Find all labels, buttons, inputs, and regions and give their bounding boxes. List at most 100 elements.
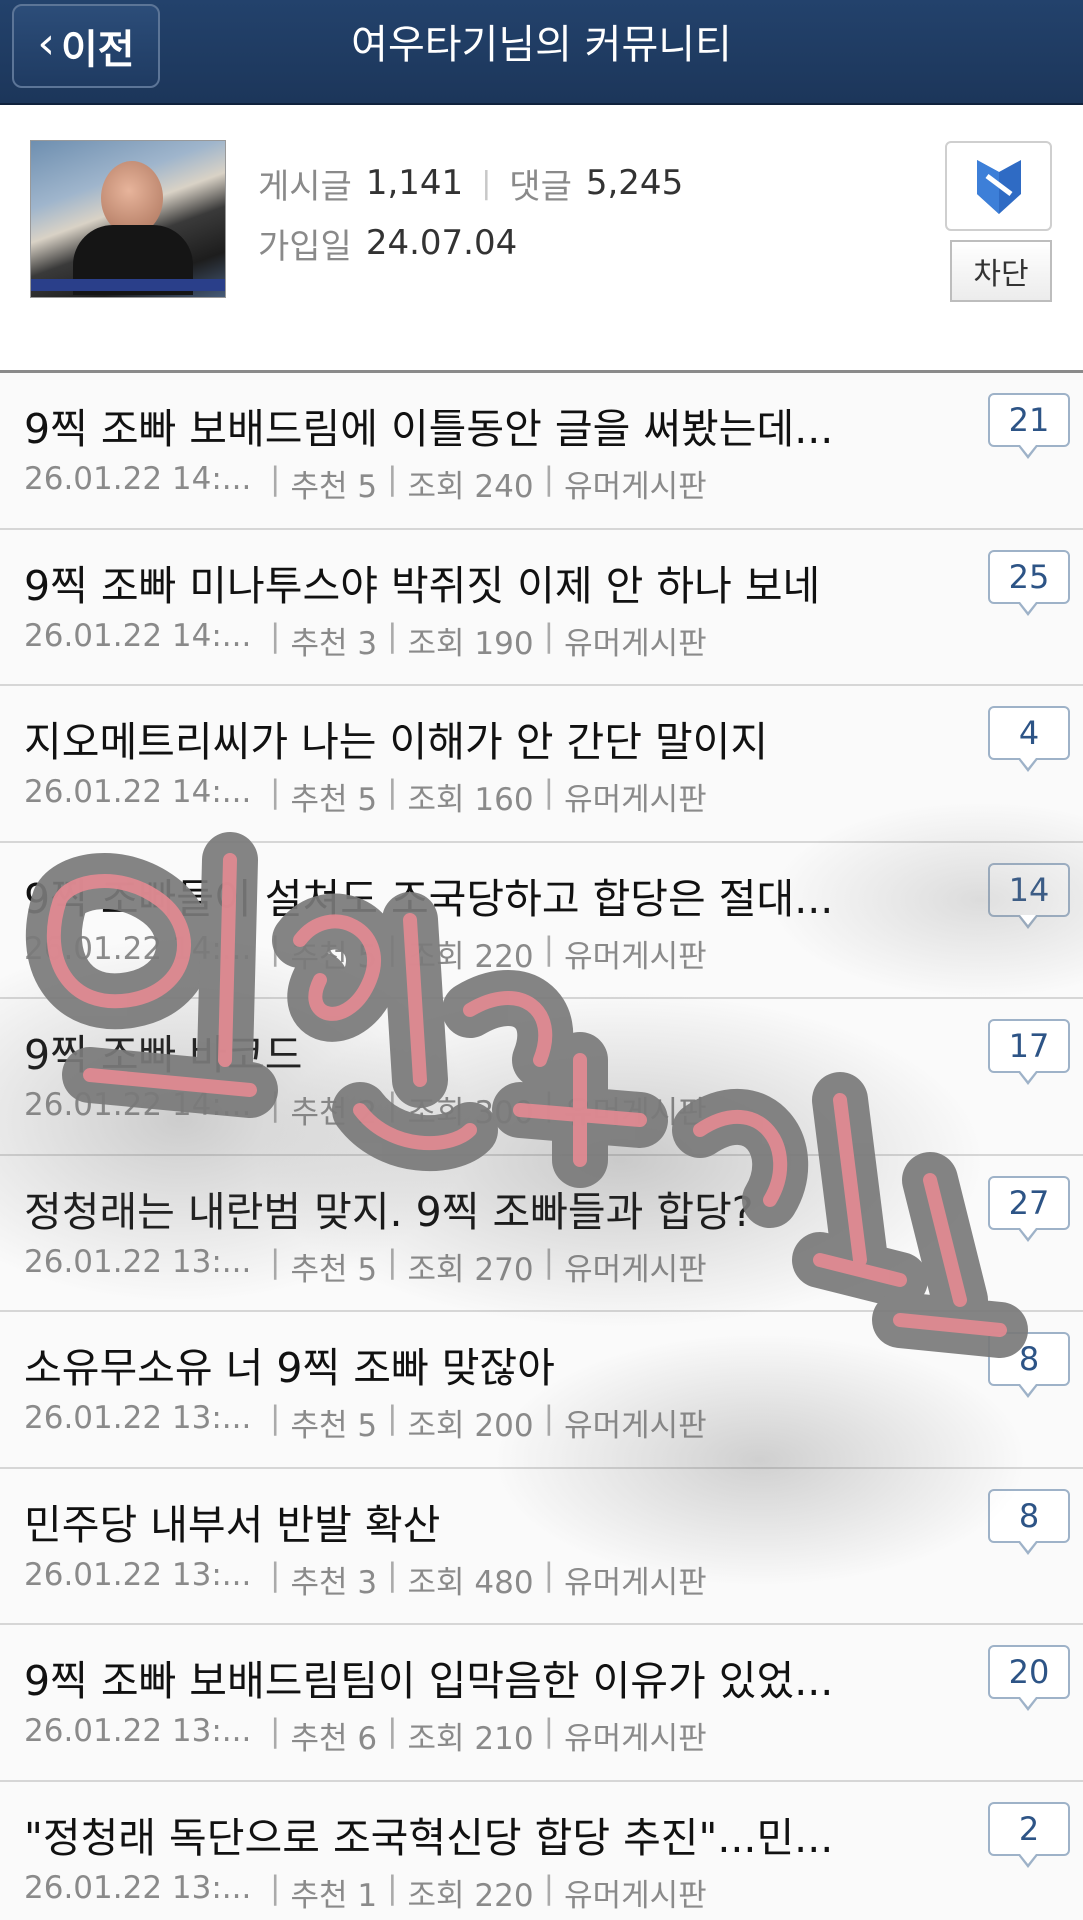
post-list-item[interactable]: 9찍 조빠들이 설쳐도 조국당하고 합당은 절대... 26.01.22 14:… [0, 842, 1083, 999]
post-views: 조회 190 [407, 625, 534, 662]
post-likes: 추천 2 [290, 1095, 378, 1131]
post-likes: 추천 5 [290, 782, 378, 818]
post-date: 26.01.22 14:... [24, 1087, 252, 1123]
post-board: 유머게시판 [564, 625, 707, 662]
post-likes: 추천 3 [290, 1564, 378, 1601]
comment-count-badge[interactable]: 4 [988, 706, 1070, 772]
post-date: 26.01.22 13:... [24, 1869, 252, 1906]
meta-divider: | [270, 1869, 281, 1906]
post-title: 9찍 조빠들이 설쳐도 조국당하고 합당은 절대... [24, 874, 834, 923]
comments-count: 5,245 [585, 163, 684, 203]
post-list: 9찍 조빠 보배드림에 이틀동안 글을 써봤는데... 26.01.22 14:… [0, 373, 1083, 1920]
community-logo-icon[interactable] [945, 141, 1052, 231]
comment-count-badge[interactable]: 25 [988, 549, 1070, 616]
post-likes: 추천 5 [290, 1251, 378, 1288]
post-title: 9찍 조빠 바코드 [24, 1031, 303, 1079]
post-meta: 26.01.22 13:... | 추천 6 | 조회 210 | 유머게시판 [24, 1713, 707, 1758]
post-list-item[interactable]: 9찍 조빠 바코드 26.01.22 14:... | 추천 2 | 조회 30… [0, 999, 1083, 1156]
post-likes: 추천 3 [290, 625, 378, 662]
post-title: "정청래 독단으로 조국혁신당 합당 추진"...민... [24, 1813, 834, 1862]
block-button[interactable]: 차단 [950, 240, 1052, 302]
post-date: 26.01.22 14:... [24, 930, 252, 967]
post-board: 유머게시판 [564, 1721, 707, 1757]
post-title: 9찍 조빠 미나투스야 박쥐짓 이제 안 하나 보네 [24, 561, 821, 610]
post-views: 조회 480 [407, 1564, 534, 1601]
post-date: 26.01.22 14:... [24, 774, 252, 810]
post-board: 유머게시판 [564, 469, 707, 505]
post-views: 조회 200 [407, 1408, 534, 1444]
post-meta: 26.01.22 13:... | 추천 5 | 조회 270 | 유머게시판 [24, 1244, 707, 1289]
meta-divider: | [543, 1869, 555, 1906]
post-title: 소유무소유 너 9찍 조빠 맞잖아 [24, 1344, 555, 1392]
post-views: 조회 160 [407, 782, 534, 818]
posts-count: 1,141 [365, 163, 464, 203]
post-title: 정청래는 내란범 맞지. 9찍 조빠들과 합당? [24, 1187, 754, 1236]
post-list-item[interactable]: 9찍 조빠 미나투스야 박쥐짓 이제 안 하나 보네 26.01.22 14:.… [0, 529, 1083, 686]
post-views: 조회 300 [407, 1095, 534, 1131]
page-title: 여우타기님의 커뮤니티 [351, 22, 732, 68]
stat-divider: | [481, 165, 492, 201]
meta-divider: | [387, 1713, 398, 1749]
comment-count-badge[interactable]: 14 [988, 862, 1070, 929]
avatar[interactable] [30, 140, 226, 298]
post-list-item[interactable]: "정청래 독단으로 조국혁신당 합당 추진"...민... 26.01.22 1… [0, 1781, 1083, 1920]
post-board: 유머게시판 [564, 1095, 707, 1131]
post-list-item[interactable]: 정청래는 내란범 맞지. 9찍 조빠들과 합당? 26.01.22 13:...… [0, 1155, 1083, 1312]
comment-count-badge[interactable]: 17 [988, 1019, 1070, 1085]
meta-divider: | [543, 1243, 555, 1280]
post-likes: 추천 6 [290, 1721, 378, 1757]
post-likes: 추천 5 [290, 938, 378, 975]
post-board: 유머게시판 [564, 1564, 707, 1601]
post-views: 조회 220 [407, 1877, 534, 1914]
post-meta: 26.01.22 14:... | 추천 5 | 조회 240 | 유머게시판 [24, 461, 707, 506]
comment-count-badge[interactable]: 8 [988, 1488, 1070, 1555]
joined-label: 가입일 [258, 226, 352, 267]
post-list-item[interactable]: 민주당 내부서 반발 확산 26.01.22 13:... | 추천 3 | 조… [0, 1468, 1083, 1625]
comment-count-badge[interactable]: 2 [988, 1801, 1070, 1868]
post-likes: 추천 5 [290, 469, 378, 505]
meta-divider: | [270, 1713, 281, 1749]
posts-label: 게시글 [258, 166, 352, 207]
comment-count-badge[interactable]: 21 [988, 393, 1070, 459]
meta-divider: | [387, 1556, 398, 1593]
post-board: 유머게시판 [564, 1408, 707, 1444]
profile-stats: 게시글 1,141 | 댓글 5,245 가입일 24.07.04 [258, 153, 683, 273]
post-meta: 26.01.22 13:... | 추천 1 | 조회 220 | 유머게시판 [24, 1870, 707, 1915]
meta-divider: | [543, 774, 555, 810]
meta-divider: | [543, 1713, 555, 1749]
post-list-item[interactable]: 9찍 조빠 보배드림에 이틀동안 글을 써봤는데... 26.01.22 14:… [0, 373, 1083, 530]
post-title: 9찍 조빠 보배드림팀이 입막음한 이유가 있었... [24, 1657, 834, 1705]
post-meta: 26.01.22 14:... | 추천 2 | 조회 300 | 유머게시판 [24, 1087, 707, 1132]
post-views: 조회 240 [407, 469, 534, 505]
meta-divider: | [270, 930, 281, 967]
post-board: 유머게시판 [564, 938, 707, 975]
post-views: 조회 220 [407, 938, 534, 975]
meta-divider: | [270, 1243, 281, 1280]
meta-divider: | [270, 1400, 281, 1436]
comment-count-badge[interactable]: 8 [988, 1332, 1070, 1398]
meta-divider: | [387, 930, 398, 967]
post-date: 26.01.22 13:... [24, 1713, 252, 1749]
meta-divider: | [270, 1556, 281, 1593]
post-list-item[interactable]: 9찍 조빠 보배드림팀이 입막음한 이유가 있었... 26.01.22 13:… [0, 1625, 1083, 1782]
post-board: 유머게시판 [564, 782, 707, 818]
post-list-item[interactable]: 소유무소유 너 9찍 조빠 맞잖아 26.01.22 13:... | 추천 5… [0, 1312, 1083, 1469]
meta-divider: | [543, 617, 555, 654]
post-list-item[interactable]: 지오메트리씨가 나는 이해가 안 간단 말이지 26.01.22 14:... … [0, 686, 1083, 843]
meta-divider: | [387, 1243, 398, 1280]
meta-divider: | [543, 1400, 555, 1436]
meta-divider: | [270, 617, 281, 654]
post-title: 9찍 조빠 보배드림에 이틀동안 글을 써봤는데... [24, 405, 834, 453]
top-navigation-bar: ‹ 이전 여우타기님의 커뮤니티 [0, 0, 1083, 105]
post-views: 조회 270 [407, 1251, 534, 1288]
post-date: 26.01.22 13:... [24, 1556, 252, 1593]
meta-divider: | [387, 617, 398, 654]
meta-divider: | [543, 1087, 555, 1123]
post-meta: 26.01.22 13:... | 추천 3 | 조회 480 | 유머게시판 [24, 1557, 707, 1602]
meta-divider: | [543, 1556, 555, 1593]
meta-divider: | [387, 461, 398, 497]
comment-count-badge[interactable]: 27 [988, 1175, 1070, 1242]
comment-count-badge[interactable]: 20 [988, 1645, 1070, 1711]
post-meta: 26.01.22 14:... | 추천 5 | 조회 220 | 유머게시판 [24, 931, 707, 976]
post-board: 유머게시판 [564, 1877, 707, 1914]
